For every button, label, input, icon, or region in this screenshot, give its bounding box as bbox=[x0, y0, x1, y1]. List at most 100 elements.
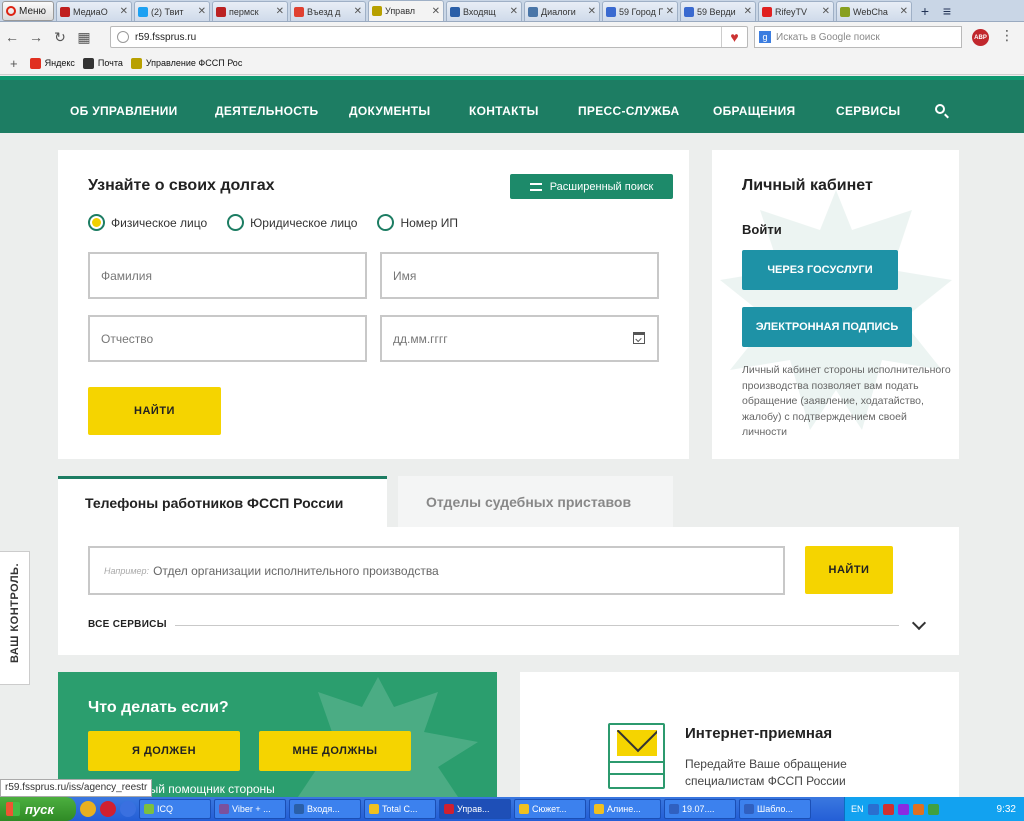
nav-item-about[interactable]: ОБ УПРАВЛЕНИИ bbox=[70, 104, 178, 118]
close-icon[interactable]: ✕ bbox=[744, 6, 752, 17]
tray-icon[interactable] bbox=[912, 803, 924, 815]
search-hint: Например: bbox=[104, 565, 150, 576]
browser-tab[interactable]: Входящ ✕ bbox=[446, 1, 522, 21]
bookmark-item[interactable]: Почта bbox=[82, 57, 123, 69]
department-search-input[interactable]: Например: Отдел организации исполнительн… bbox=[88, 546, 785, 595]
opera-quicklaunch-icon[interactable] bbox=[100, 801, 116, 817]
nav-item-activity[interactable]: ДЕЯТЕЛЬНОСТЬ bbox=[215, 104, 318, 118]
find-department-button[interactable]: НАЙТИ bbox=[805, 546, 893, 594]
taskbar-button[interactable]: Сюжет... bbox=[514, 799, 586, 819]
tab-favicon-icon bbox=[684, 6, 694, 17]
close-icon[interactable]: ✕ bbox=[588, 6, 596, 17]
forward-icon[interactable]: → bbox=[24, 29, 48, 45]
nav-item-contacts[interactable]: КОНТАКТЫ bbox=[469, 104, 539, 118]
menu-label: Меню bbox=[19, 5, 47, 17]
nav-item-services[interactable]: СЕРВИСЫ bbox=[836, 104, 900, 118]
browser-tab[interactable]: 59 Верди ✕ bbox=[680, 1, 756, 21]
browser-tab[interactable]: (2) Твит ✕ bbox=[134, 1, 210, 21]
taskbar-button[interactable]: Шабло... bbox=[739, 799, 811, 819]
search-icon[interactable] bbox=[935, 104, 945, 114]
language-indicator[interactable]: EN bbox=[851, 804, 864, 814]
close-icon[interactable]: ✕ bbox=[510, 6, 518, 17]
radio-individual[interactable]: Физическое лицо bbox=[88, 214, 207, 231]
new-tab-icon[interactable]: + bbox=[914, 1, 936, 21]
close-icon[interactable]: ✕ bbox=[666, 6, 674, 17]
bookmark-favicon-icon bbox=[29, 57, 41, 69]
radio-legal-entity[interactable]: Юридическое лицо bbox=[227, 214, 357, 231]
taskbar-button[interactable]: 19.07.... bbox=[664, 799, 736, 819]
speed-dial-icon[interactable]: ▦ bbox=[72, 29, 96, 46]
radio-unchecked-icon bbox=[377, 214, 395, 231]
taskbar-button[interactable]: Total C... bbox=[364, 799, 436, 819]
start-button[interactable]: пуск bbox=[0, 797, 76, 821]
tab-menu-icon[interactable]: ≡ bbox=[936, 1, 958, 21]
chevron-down-icon[interactable] bbox=[911, 615, 927, 631]
adblock-icon[interactable]: ABP bbox=[972, 29, 989, 46]
nav-item-press[interactable]: ПРЕСС-СЛУЖБА bbox=[578, 104, 680, 118]
close-icon[interactable]: ✕ bbox=[120, 6, 128, 17]
tray-icon[interactable] bbox=[927, 803, 939, 815]
middle-name-field[interactable]: Отчество bbox=[88, 315, 367, 362]
url-field[interactable]: r59.fssprus.ru ♥ bbox=[110, 26, 748, 48]
browser-tab[interactable]: МедиаО ✕ bbox=[56, 1, 132, 21]
advanced-search-button[interactable]: Расширенный поиск bbox=[510, 174, 673, 199]
close-icon[interactable]: ✕ bbox=[432, 6, 440, 17]
tray-icon[interactable] bbox=[867, 803, 879, 815]
folder-quicklaunch-icon[interactable] bbox=[120, 801, 136, 817]
taskbar-button[interactable]: Алине... bbox=[589, 799, 661, 819]
tab-favicon-icon bbox=[762, 6, 772, 17]
browser-tab[interactable]: Въезд д ✕ bbox=[290, 1, 366, 21]
owed-to-me-button[interactable]: МНЕ ДОЛЖНЫ bbox=[259, 731, 411, 771]
browser-tab[interactable]: Диалоги ✕ bbox=[524, 1, 600, 21]
e-signature-button[interactable]: ЭЛЕКТРОННАЯ ПОДПИСЬ bbox=[742, 307, 912, 347]
search-field[interactable]: g Искать в Google поиск bbox=[754, 26, 962, 48]
bookmark-item[interactable]: Управление ФССП Рос bbox=[130, 57, 242, 69]
tray-icon[interactable] bbox=[897, 803, 909, 815]
browser-menu-button[interactable]: Меню bbox=[2, 1, 54, 21]
radio-ip-number[interactable]: Номер ИП bbox=[377, 214, 458, 231]
tab-favicon-icon bbox=[372, 6, 382, 16]
chrome-quicklaunch-icon[interactable] bbox=[80, 801, 96, 817]
bookmark-item[interactable]: Яндекс bbox=[29, 57, 75, 69]
app-icon bbox=[219, 804, 229, 814]
your-control-side-tab[interactable]: ВАШ КОНТРОЛЬ. bbox=[0, 551, 30, 685]
reload-icon[interactable]: ↻ bbox=[48, 29, 72, 46]
close-icon[interactable]: ✕ bbox=[900, 6, 908, 17]
browser-tab[interactable]: WebCha ✕ bbox=[836, 1, 912, 21]
close-icon[interactable]: ✕ bbox=[198, 6, 206, 17]
back-icon[interactable]: ← bbox=[0, 29, 24, 45]
birth-date-field[interactable]: дд.мм.гггг bbox=[380, 315, 659, 362]
tray-icon[interactable] bbox=[882, 803, 894, 815]
taskbar-button-label: Сюжет... bbox=[532, 804, 567, 814]
tab-employee-phones[interactable]: Телефоны работников ФССП России bbox=[58, 476, 387, 527]
bookmark-heart-icon[interactable]: ♥ bbox=[721, 27, 747, 47]
internet-reception-card[interactable]: Интернет-приемная Передайте Ваше обращен… bbox=[520, 672, 959, 802]
last-name-field[interactable]: Фамилия bbox=[88, 252, 367, 299]
browser-tab[interactable]: пермск ✕ bbox=[212, 1, 288, 21]
taskbar-button[interactable]: Viber + ... bbox=[214, 799, 286, 819]
all-services-label[interactable]: ВСЕ СЕРВИСЫ bbox=[88, 619, 167, 630]
gosuslugi-button[interactable]: ЧЕРЕЗ ГОСУСЛУГИ bbox=[742, 250, 898, 290]
browser-tab[interactable]: RifeyTV ✕ bbox=[758, 1, 834, 21]
more-icon[interactable]: ⋮ bbox=[1000, 27, 1014, 44]
search-placeholder: Отдел организации исполнительного произв… bbox=[153, 563, 439, 578]
i-owe-button[interactable]: Я ДОЛЖЕН bbox=[88, 731, 240, 771]
app-icon bbox=[669, 804, 679, 814]
close-icon[interactable]: ✕ bbox=[822, 6, 830, 17]
filter-icon bbox=[529, 182, 542, 191]
nav-item-documents[interactable]: ДОКУМЕНТЫ bbox=[349, 104, 430, 118]
taskbar-button[interactable]: ICQ bbox=[139, 799, 211, 819]
browser-tab[interactable]: Управл ✕ bbox=[368, 0, 444, 21]
taskbar-button[interactable]: Управ... bbox=[439, 799, 511, 819]
first-name-field[interactable]: Имя bbox=[380, 252, 659, 299]
browser-tab[interactable]: 59 Город П ✕ bbox=[602, 1, 678, 21]
mailbox-slot bbox=[610, 761, 663, 775]
calendar-icon[interactable] bbox=[633, 332, 645, 344]
nav-item-appeals[interactable]: ОБРАЩЕНИЯ bbox=[713, 104, 795, 118]
close-icon[interactable]: ✕ bbox=[354, 6, 362, 17]
tab-bailiff-departments[interactable]: Отделы судебных приставов bbox=[398, 476, 673, 527]
close-icon[interactable]: ✕ bbox=[276, 6, 284, 17]
add-bookmark-icon[interactable]: + bbox=[10, 56, 18, 71]
taskbar-button[interactable]: Входя... bbox=[289, 799, 361, 819]
find-debts-button[interactable]: НАЙТИ bbox=[88, 387, 221, 435]
